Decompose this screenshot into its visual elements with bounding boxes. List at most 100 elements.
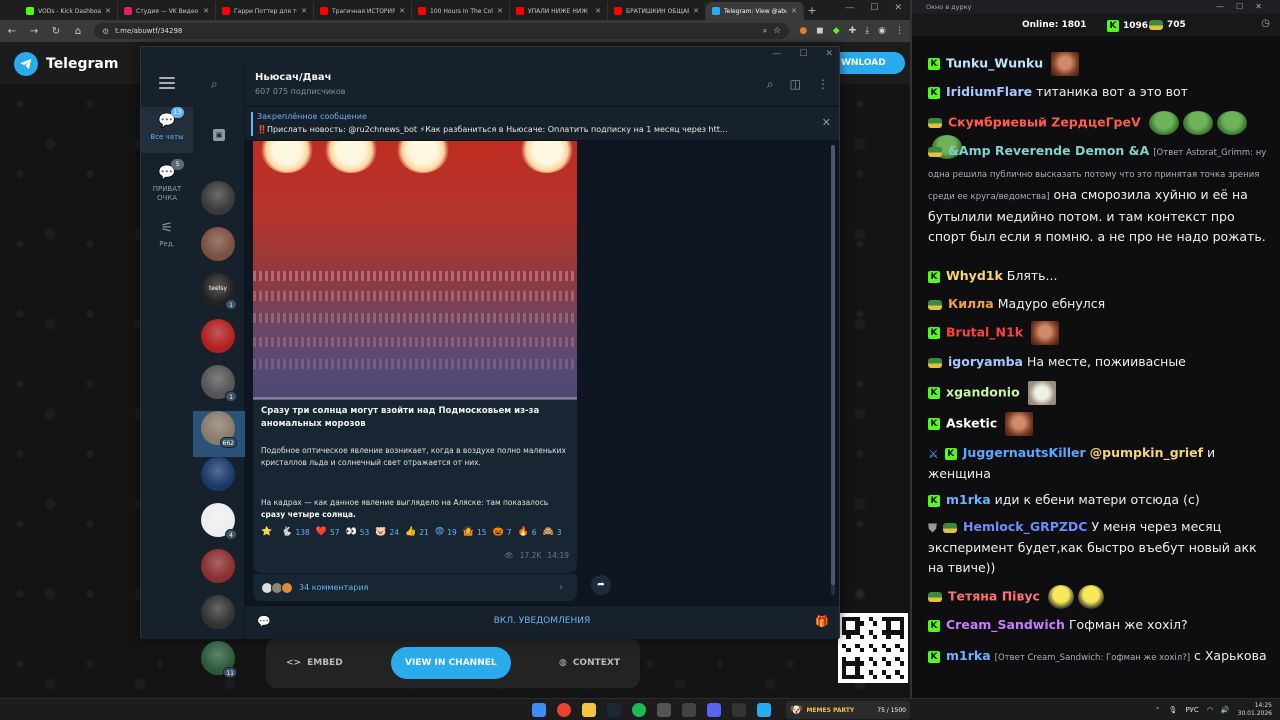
puzzle-icon[interactable]: ✚ <box>849 26 857 36</box>
chat-username[interactable]: Tunku_Wunku <box>946 56 1043 71</box>
chat-avatar[interactable]: 11 <box>201 641 237 678</box>
minimize-icon[interactable]: — <box>845 3 854 13</box>
bookmark-star-icon[interactable]: ☆ <box>773 26 781 36</box>
close-tab-icon[interactable]: ✕ <box>105 7 111 15</box>
search-icon[interactable]: ⌕ <box>763 26 767 36</box>
address-bar[interactable]: ⚙ t.me/abuwtf/34298 ⌕ ☆ <box>94 23 790 39</box>
chat-username[interactable]: JuggernautsKiller <box>963 445 1086 460</box>
chat-avatar[interactable] <box>201 457 235 491</box>
chat-username[interactable]: Hemlock_GRPZDC <box>963 519 1087 534</box>
extension-icon[interactable]: ● <box>799 26 807 36</box>
spotify-icon[interactable] <box>632 703 646 717</box>
sidebar-toggle-icon[interactable]: ◫ <box>790 77 801 92</box>
profile-icon[interactable]: ◉ <box>878 26 886 36</box>
window-controls[interactable]: —☐✕ <box>1216 2 1274 11</box>
chat-username[interactable]: Тетяна Півус <box>948 589 1040 604</box>
app-icon[interactable] <box>657 703 671 717</box>
reaction[interactable]: 🔥 6 <box>518 525 537 539</box>
reaction[interactable]: 👍 21 <box>405 525 429 539</box>
site-info-icon[interactable]: ⚙ <box>102 27 109 36</box>
obs-icon[interactable] <box>732 703 746 717</box>
app-icon[interactable] <box>707 703 721 717</box>
download-icon[interactable]: ⤓ <box>865 26 869 36</box>
chat-avatar[interactable]: 1 <box>201 365 237 402</box>
reaction[interactable]: 🐷 24 <box>375 525 399 539</box>
chat-avatar[interactable]: 662 <box>201 411 237 448</box>
chat-avatar[interactable] <box>201 181 235 215</box>
clock[interactable]: 14:25 30.01.2026 <box>1238 702 1272 718</box>
chat-avatar[interactable] <box>201 319 235 353</box>
reaction[interactable]: 🙈 3 <box>543 525 562 539</box>
chat-username[interactable]: Brutal_N1k <box>946 325 1023 340</box>
folder-private[interactable]: 💬 5 ПРИВАТ ОЧКА <box>141 159 193 209</box>
telegram-logo[interactable]: Telegram <box>14 52 118 76</box>
back-icon[interactable]: ← <box>6 26 18 37</box>
close-tab-icon[interactable]: ✕ <box>595 7 601 15</box>
channel-name[interactable]: Ньюсач/Двач <box>255 72 331 83</box>
chat-username[interactable]: m1rka <box>946 492 991 507</box>
browser-tab[interactable]: Telegram: View @abu ✕ <box>706 2 804 20</box>
maximize-icon[interactable]: ☐ <box>799 49 807 59</box>
folder-all-chats[interactable]: 💬 13 Все чаты <box>141 107 193 153</box>
reaction[interactable]: ❤️ 57 <box>316 525 340 539</box>
chat-username[interactable]: Килла <box>948 296 994 311</box>
chat-username[interactable]: Скумбриевый ZердцеГреV <box>948 115 1141 130</box>
context-button[interactable]: ◍ CONTEXT <box>559 658 620 668</box>
extension-icon[interactable]: ◆ <box>833 26 840 36</box>
chat-avatar[interactable]: teelsy 1 <box>201 273 237 310</box>
close-tab-icon[interactable]: ✕ <box>791 7 797 15</box>
chat-username[interactable]: IridiumFlare <box>946 84 1032 99</box>
browser-tab[interactable]: 100 Hours In The Cold ✕ <box>412 2 510 20</box>
browser-tab[interactable]: Студия — VK Видео Live ✕ <box>118 2 216 20</box>
pinned-message-bar[interactable]: Закреплённое сообщение ‼️Прислать новост… <box>245 107 839 141</box>
forward-icon[interactable]: → <box>28 26 40 37</box>
chat-username[interactable]: xgandonio <box>946 385 1020 400</box>
chat-username[interactable]: m1rka <box>946 648 991 663</box>
mention[interactable]: @pumpkin_grief <box>1090 445 1203 460</box>
steam-icon[interactable] <box>607 703 621 717</box>
clock-icon[interactable]: ◷ <box>1261 18 1270 29</box>
browser-tab[interactable]: Трагичная ИСТОРИЯ ✕ <box>314 2 412 20</box>
browser-tab[interactable]: БРАТИШКИН ОБЩАЕ ✕ <box>608 2 706 20</box>
reload-icon[interactable]: ↻ <box>50 26 62 37</box>
minimize-icon[interactable]: — <box>772 49 781 59</box>
close-icon[interactable]: ✕ <box>825 49 833 59</box>
embed-button[interactable]: <> EMBED <box>286 658 343 668</box>
view-in-channel-button[interactable]: VIEW IN CHANNEL <box>391 647 511 679</box>
archive-icon[interactable]: ▣ <box>213 129 225 141</box>
chrome-icon[interactable] <box>557 703 571 717</box>
telegram-icon[interactable] <box>757 703 771 717</box>
browser-tab[interactable]: УПАЛИ НИЖЕ НИЖ ✕ <box>510 2 608 20</box>
download-button[interactable]: WNLOAD <box>835 52 905 74</box>
close-tab-icon[interactable]: ✕ <box>497 7 503 15</box>
language-indicator[interactable]: РУС <box>1185 706 1198 714</box>
reaction[interactable]: 🤷 15 <box>463 525 487 539</box>
video-progress[interactable] <box>253 397 577 400</box>
chat-avatar[interactable] <box>201 595 235 629</box>
browser-tab[interactable]: Гарри Поттер для тех ✕ <box>216 2 314 20</box>
more-icon[interactable]: ⋮ <box>817 77 829 92</box>
chat-avatar[interactable] <box>201 227 235 261</box>
maximize-icon[interactable]: ☐ <box>870 3 878 13</box>
chat-username[interactable]: Whyd1k <box>946 268 1003 283</box>
reaction[interactable]: 🐇 138 <box>281 525 310 539</box>
close-tab-icon[interactable]: ✕ <box>203 7 209 15</box>
start-icon[interactable] <box>532 703 546 717</box>
chat-avatar[interactable] <box>201 549 235 583</box>
close-icon[interactable]: ✕ <box>822 116 831 129</box>
browser-tab[interactable]: VODs - Kick Dashboard ✕ <box>20 2 118 20</box>
search-icon[interactable]: ⌕ <box>211 77 218 92</box>
explorer-icon[interactable] <box>582 703 596 717</box>
network-icon[interactable]: ◠ <box>1207 706 1213 714</box>
new-tab-icon[interactable]: + <box>804 2 820 20</box>
share-button[interactable]: ➦ <box>591 575 611 595</box>
gift-icon[interactable]: 🎁 <box>815 615 829 628</box>
comments-button[interactable]: 34 комментария › <box>253 573 577 601</box>
reaction[interactable]: ⭐ <box>261 525 275 539</box>
scrollbar[interactable] <box>831 145 835 595</box>
chat-username[interactable]: Cream_Sandwich <box>946 617 1065 632</box>
chat-username[interactable]: &Amp Reverende Demon &A <box>948 143 1149 158</box>
chat-avatar[interactable]: 4 <box>201 503 237 540</box>
post-video[interactable] <box>253 141 577 399</box>
unmute-button[interactable]: ВКЛ. УВЕДОМЛЕНИЯ <box>245 616 839 626</box>
